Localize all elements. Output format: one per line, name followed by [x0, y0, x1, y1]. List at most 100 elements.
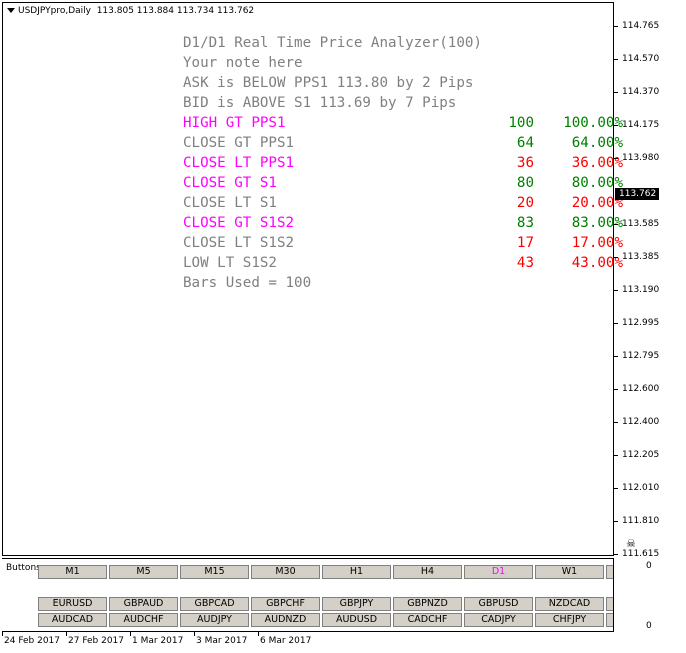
tick-mark [614, 158, 618, 159]
analyzer-row: HIGH GT PPS1 100 100.00% [183, 113, 623, 133]
timeframe-button-h4[interactable]: H4 [393, 565, 462, 579]
analyzer-row: CLOSE GT S1 80 80.00% [183, 173, 623, 193]
price-tick: 112.795 [614, 351, 686, 363]
price-label: 112.600 [622, 384, 660, 394]
tick-mark [614, 422, 618, 423]
date-tick [130, 632, 131, 636]
tick-mark [614, 92, 618, 93]
buttons-panel: Buttons M1M5M15M30H1H4D1W1MN EURUSDGBPAUD… [2, 558, 614, 632]
row-count: 17 [516, 235, 534, 251]
date-tick [2, 632, 3, 636]
pair-button-chfjpy[interactable]: CHFJPY [535, 613, 604, 627]
timeframe-button-m1[interactable]: M1 [38, 565, 107, 579]
price-tick: 114.370 [614, 87, 686, 99]
price-label: 112.795 [622, 351, 660, 361]
tick-mark [614, 125, 618, 126]
pair-button-gbpjpy[interactable]: GBPJPY [322, 597, 391, 611]
tick-mark [614, 389, 618, 390]
price-tick: 113.190 [614, 285, 686, 297]
panel-scale-top: 0 [646, 561, 652, 571]
row-count: 64 [516, 135, 534, 151]
price-tick: 112.205 [614, 450, 686, 462]
row-label: CLOSE LT S1S2 [183, 235, 295, 251]
pair-button-audusd[interactable]: AUDUSD [322, 613, 391, 627]
timeframe-button-w1[interactable]: W1 [535, 565, 604, 579]
price-analyzer: D1/D1 Real Time Price Analyzer(100) Your… [183, 33, 623, 293]
price-label: 112.205 [622, 450, 660, 460]
row-label: LOW LT S1S2 [183, 255, 277, 271]
row-label: CLOSE LT PPS1 [183, 155, 295, 171]
price-tick: 114.175 [614, 120, 686, 132]
timeframe-button-m15[interactable]: M15 [180, 565, 249, 579]
analyzer-row: CLOSE LT S1S2 17 17.00% [183, 233, 623, 253]
pair-button-gbpchf[interactable]: GBPCHF [251, 597, 320, 611]
price-tick: 114.570 [614, 54, 686, 66]
price-label: 114.765 [622, 21, 660, 31]
pair-button-audcad[interactable]: AUDCAD [38, 613, 107, 627]
price-tick: 113.585 [614, 219, 686, 231]
tick-mark [614, 59, 618, 60]
pair-button-audjpy[interactable]: AUDJPY [180, 613, 249, 627]
analyzer-row: CLOSE LT S1 20 20.00% [183, 193, 623, 213]
tick-mark [614, 323, 618, 324]
row-label: CLOSE GT S1 [183, 175, 277, 191]
price-label: 113.190 [622, 285, 660, 295]
pair-button-gbpusd[interactable]: GBPUSD [464, 597, 533, 611]
ohlc-values: 113.805 113.884 113.734 113.762 [96, 6, 255, 16]
row-count: 43 [516, 255, 534, 271]
price-tick: 111.810 [614, 516, 686, 528]
tick-mark [614, 257, 618, 258]
pair-button-nzdcad[interactable]: NZDCAD [535, 597, 604, 611]
pair-button-audnzd[interactable]: AUDNZD [251, 613, 320, 627]
price-tick: 112.600 [614, 384, 686, 396]
price-label: 113.980 [622, 153, 660, 163]
pair-button-cadchf[interactable]: CADCHF [393, 613, 462, 627]
row-count: 36 [516, 155, 534, 171]
timeframe-button-m30[interactable]: M30 [251, 565, 320, 579]
skull-icon: ☠ [626, 537, 636, 550]
bid-line: BID is ABOVE S1 113.69 by 7 Pips [183, 95, 457, 111]
date-label: 1 Mar 2017 [132, 636, 184, 646]
timeframe-button-mn[interactable]: MN [606, 565, 613, 579]
row-label: CLOSE GT S1S2 [183, 215, 295, 231]
price-label: 114.570 [622, 54, 660, 64]
current-price-label: 113.762 [615, 188, 659, 200]
price-tick: 111.615 [614, 549, 686, 561]
price-label: 111.810 [622, 516, 660, 526]
tick-mark [614, 356, 618, 357]
date-tick [258, 632, 259, 636]
pair-button-audchf[interactable]: AUDCHF [109, 613, 178, 627]
pair-button-eurusd[interactable]: EURUSD [38, 597, 107, 611]
pair-button-gbpaud[interactable]: GBPAUD [109, 597, 178, 611]
row-count: 20 [516, 195, 534, 211]
chart-header: USDJPYpro,Daily 113.805 113.884 113.734 … [7, 6, 254, 16]
tick-mark [614, 521, 618, 522]
triangle-down-icon[interactable] [7, 8, 15, 13]
row-count: 80 [516, 175, 534, 191]
timeframe-button-d1[interactable]: D1 [464, 565, 533, 579]
date-label: 27 Feb 2017 [68, 636, 125, 646]
pair-button-gbpnzd[interactable]: GBPNZD [393, 597, 462, 611]
price-label: 112.400 [622, 417, 660, 427]
date-tick [194, 632, 195, 636]
row-label: HIGH GT PPS1 [183, 115, 286, 131]
analyzer-title: D1/D1 Real Time Price Analyzer(100) [183, 35, 482, 51]
row-label: CLOSE LT S1 [183, 195, 277, 211]
pair-button-euraud[interactable]: EURAUD [606, 613, 613, 627]
ask-line: ASK is BELOW PPS1 113.80 by 2 Pips [183, 75, 474, 91]
price-tick: 112.400 [614, 417, 686, 429]
row-label: CLOSE GT PPS1 [183, 135, 295, 151]
pair-button-gbpcad[interactable]: GBPCAD [180, 597, 249, 611]
price-label: 114.370 [622, 87, 660, 97]
price-label: 113.385 [622, 252, 660, 262]
timeframe-button-m5[interactable]: M5 [109, 565, 178, 579]
tick-mark [614, 26, 618, 27]
bars-used: Bars Used = 100 [183, 275, 312, 291]
price-tick: 113.385 [614, 252, 686, 264]
timeframe-button-h1[interactable]: H1 [322, 565, 391, 579]
price-tick: 112.010 [614, 483, 686, 495]
pair-button-cadjpy[interactable]: CADJPY [464, 613, 533, 627]
pair-button-nzdchf[interactable]: NZDCHF [606, 597, 613, 611]
symbol-label: USDJPYpro,Daily [18, 6, 91, 16]
analyzer-row: LOW LT S1S2 43 43.00% [183, 253, 623, 273]
